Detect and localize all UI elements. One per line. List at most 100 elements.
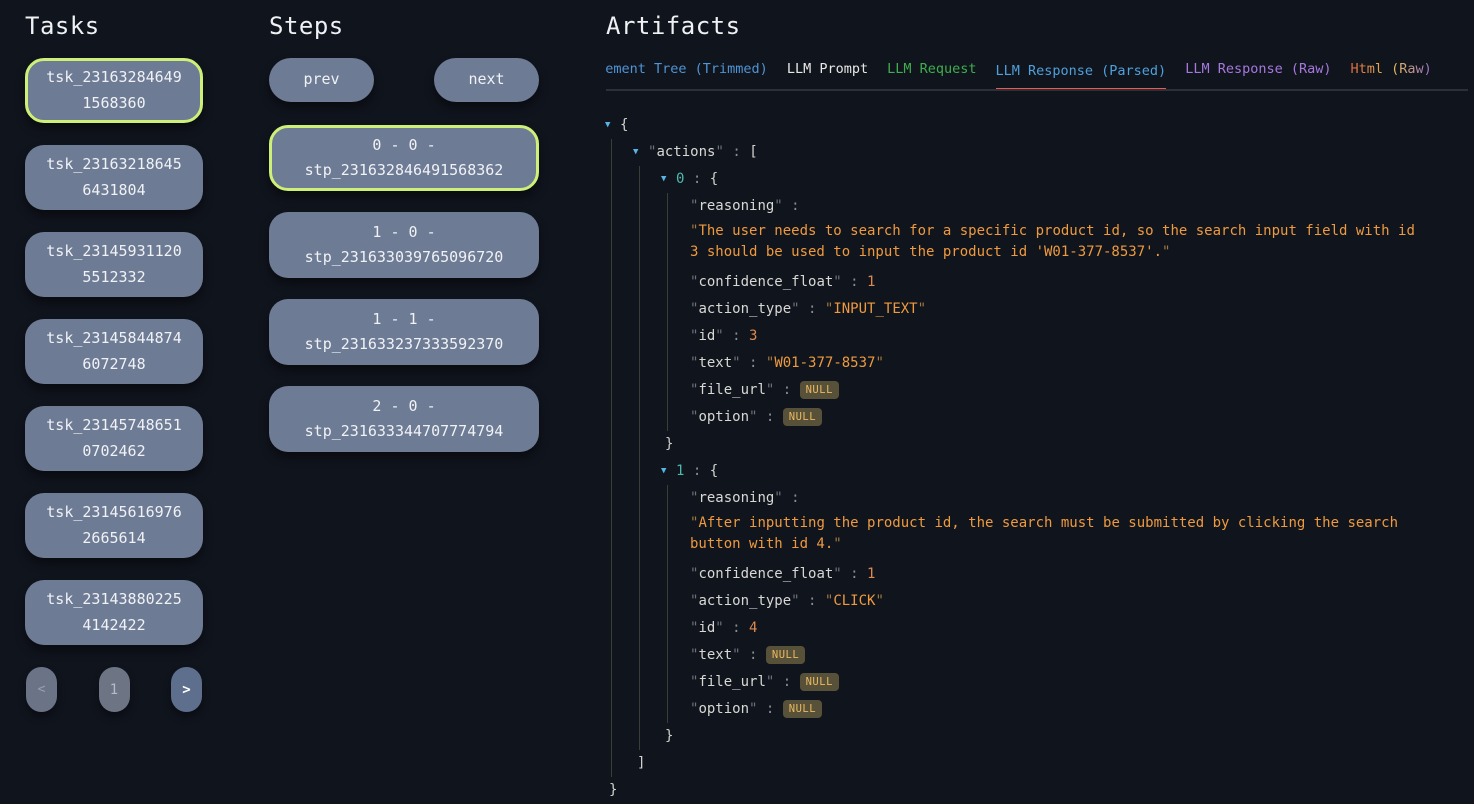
tasks-title: Tasks [25,12,203,40]
task-button[interactable]: tsk_231456169762665614 [25,493,203,558]
json-token: : [724,144,749,160]
json-string: CLICK [833,593,875,609]
json-token: : [783,490,800,506]
json-row: ▼{ [606,112,1468,139]
json-row: ▼"actions" : [ [634,139,1468,166]
json-token: { [710,171,718,187]
steps-prev-button[interactable]: prev [269,58,374,102]
json-token: { [620,117,628,133]
step-button[interactable]: 0 - 0 - stp_231632846491568362 [269,125,539,191]
json-key: confidence_float [698,566,833,582]
null-badge: NULL [783,700,822,718]
json-token: ] [637,755,645,771]
json-row: "option" : NULL [690,696,1468,723]
json-row: ] [634,750,1468,777]
task-button[interactable]: tsk_231458448746072748 [25,319,203,384]
json-token: " [732,647,740,663]
pagination-page-button[interactable]: 1 [99,667,130,712]
null-badge: NULL [800,381,839,399]
json-token: " [875,593,883,609]
json-token: " [774,490,782,506]
json-key: id [698,620,715,636]
json-key: file_url [698,674,765,690]
json-key: action_type [698,593,791,609]
artifact-tab[interactable]: LLM Prompt [787,61,868,89]
artifact-tab[interactable]: LLM Response (Parsed) [996,63,1167,91]
json-viewer: ▼{▼"actions" : [▼0 : {"reasoning" :"The … [606,112,1468,804]
json-key: reasoning [698,198,774,214]
pagination-next-button[interactable]: > [171,667,202,712]
task-button[interactable]: tsk_231632186456431804 [25,145,203,210]
json-children: "reasoning" :"The user needs to search f… [667,193,1468,431]
json-token: " [833,566,841,582]
json-token: : [800,301,825,317]
task-list: tsk_231632846491568360 tsk_23163218645643… [25,58,203,645]
json-key: actions [656,144,715,160]
step-list: 0 - 0 - stp_231632846491568362 1 - 0 - st… [269,125,539,452]
artifact-tab[interactable]: LLM Response (Raw) [1185,61,1331,89]
json-children: "reasoning" :"After inputting the produc… [667,485,1468,723]
artifact-tab[interactable]: LLM Request [887,61,976,89]
collapse-arrow-icon[interactable]: ▼ [661,458,676,485]
json-row: "action_type" : "INPUT_TEXT" [690,296,1468,323]
json-token: : [774,674,799,690]
json-row: "file_url" : NULL [690,669,1468,696]
json-string: INPUT_TEXT [833,301,917,317]
json-token: : [741,647,766,663]
json-row: ▼0 : { [662,166,1468,193]
json-token: : [684,463,709,479]
json-token: : [783,198,800,214]
collapse-arrow-icon[interactable]: ▼ [605,112,620,139]
step-button[interactable]: 2 - 0 - stp_231633344707774794 [269,386,539,452]
json-number: 4 [749,620,757,636]
artifact-tab[interactable]: Html (Raw) [1351,61,1432,89]
collapse-arrow-icon[interactable]: ▼ [661,166,676,193]
json-token: : [684,171,709,187]
json-token: : [774,382,799,398]
steps-next-button[interactable]: next [434,58,539,102]
json-row: "text" : "W01-377-8537" [690,350,1468,377]
json-token: " [833,536,841,552]
json-token: : [800,593,825,609]
steps-column: Steps prev next 0 - 0 - stp_231632846491… [269,12,539,473]
json-token: " [875,355,883,371]
task-button[interactable]: tsk_231457486510702462 [25,406,203,471]
pagination-prev-button[interactable]: < [26,667,57,712]
json-row: "file_url" : NULL [690,377,1468,404]
json-row: ▼1 : { [662,458,1468,485]
tasks-column: Tasks tsk_231632846491568360 tsk_23163218… [25,12,203,712]
json-key: id [698,328,715,344]
tasks-pagination: < 1 > [25,667,203,712]
collapse-arrow-icon[interactable]: ▼ [633,139,648,166]
json-token: " [774,198,782,214]
json-string: W01-377-8537 [774,355,875,371]
json-row: "id" : 4 [690,615,1468,642]
null-badge: NULL [766,646,805,664]
json-key: option [698,409,749,425]
json-token: " [791,593,799,609]
json-token: : [757,409,782,425]
json-key: option [698,701,749,717]
json-token: " [791,301,799,317]
json-row: "reasoning" : [690,485,1468,512]
steps-nav: prev next [269,58,539,102]
json-key: file_url [698,382,765,398]
step-button[interactable]: 1 - 0 - stp_231633039765096720 [269,212,539,278]
task-button[interactable]: tsk_231632846491568360 [25,58,203,123]
artifact-tab[interactable]: Element Tree (Trimmed) [606,61,768,89]
task-button[interactable]: tsk_231459311205512332 [25,232,203,297]
json-token: " [833,274,841,290]
json-row: "reasoning" : [690,193,1468,220]
json-row: "text" : NULL [690,642,1468,669]
task-button[interactable]: tsk_231438802254142422 [25,580,203,645]
json-token: " [715,620,723,636]
json-key: reasoning [698,490,774,506]
json-string: After inputting the product id, the sear… [690,515,1406,552]
json-key: confidence_float [698,274,833,290]
json-number: 1 [867,274,875,290]
json-key: text [698,355,732,371]
json-token: " [918,301,926,317]
json-token: : [724,620,749,636]
step-button[interactable]: 1 - 1 - stp_231633237333592370 [269,299,539,365]
json-token: { [710,463,718,479]
